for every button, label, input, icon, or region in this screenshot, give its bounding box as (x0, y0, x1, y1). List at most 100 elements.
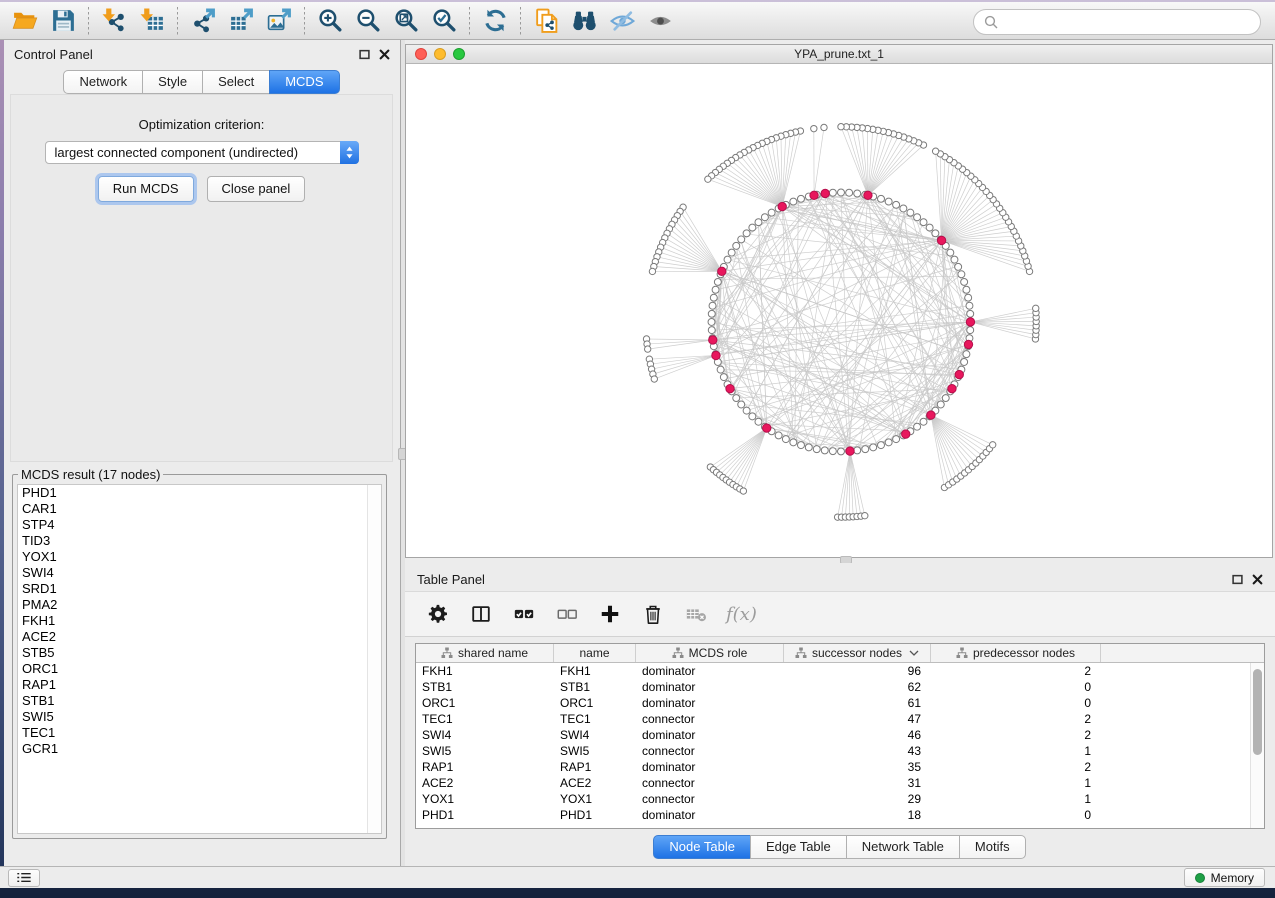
ring-node[interactable] (885, 198, 892, 205)
zoom-in-button[interactable] (311, 5, 349, 37)
ring-node[interactable] (963, 286, 970, 293)
export-table-button[interactable] (222, 5, 260, 37)
ring-node[interactable] (878, 195, 885, 202)
optimization-criterion-dropdown[interactable]: largest connected component (undirected) (45, 141, 359, 164)
tab-network[interactable]: Network (63, 70, 143, 94)
mcds-node[interactable] (821, 189, 829, 197)
ring-node[interactable] (951, 256, 958, 263)
show-all-button[interactable] (641, 5, 679, 37)
ring-node[interactable] (738, 401, 745, 408)
ring-node[interactable] (893, 201, 900, 208)
save-session-button[interactable] (44, 5, 82, 37)
satellite-node[interactable] (821, 124, 827, 130)
table-settings-button[interactable] (425, 601, 451, 627)
satellite-node[interactable] (740, 488, 746, 494)
ring-node[interactable] (709, 302, 716, 309)
mcds-node[interactable] (846, 447, 854, 455)
mcds-result-item[interactable]: YOX1 (18, 549, 381, 565)
ring-node[interactable] (914, 423, 921, 430)
mcds-result-item[interactable]: TEC1 (18, 725, 381, 741)
ring-node[interactable] (854, 447, 861, 454)
ring-node[interactable] (743, 230, 750, 237)
mcds-result-item[interactable]: FKH1 (18, 613, 381, 629)
satellite-node[interactable] (990, 442, 996, 448)
mcds-result-item[interactable]: PHD1 (18, 485, 381, 501)
table-row-RAP1[interactable]: RAP1RAP1dominator352 (416, 759, 1264, 775)
show-task-history-button[interactable] (8, 869, 40, 887)
ring-node[interactable] (738, 236, 745, 243)
delete-column-button[interactable] (640, 601, 666, 627)
ring-node[interactable] (907, 209, 914, 216)
ring-node[interactable] (768, 209, 775, 216)
satellite-node[interactable] (705, 176, 711, 182)
ring-node[interactable] (885, 439, 892, 446)
show-column-button[interactable] (468, 601, 494, 627)
ring-node[interactable] (724, 256, 731, 263)
ring-node[interactable] (813, 446, 820, 453)
ring-node[interactable] (854, 190, 861, 197)
ring-node[interactable] (967, 327, 974, 334)
ring-node[interactable] (720, 374, 727, 381)
tab-motifs[interactable]: Motifs (959, 835, 1026, 859)
ring-node[interactable] (920, 219, 927, 226)
ring-node[interactable] (749, 413, 756, 420)
mcds-node[interactable] (948, 384, 956, 392)
table-row-STB1[interactable]: STB1STB1dominator620 (416, 679, 1264, 695)
ring-node[interactable] (712, 286, 719, 293)
table-row-SWI5[interactable]: SWI5SWI5connector431 (416, 743, 1264, 759)
ring-node[interactable] (755, 418, 762, 425)
ring-node[interactable] (942, 395, 949, 402)
table-row-PHD1[interactable]: PHD1PHD1dominator180 (416, 807, 1264, 823)
ring-node[interactable] (878, 442, 885, 449)
ring-node[interactable] (755, 219, 762, 226)
ring-node[interactable] (963, 351, 970, 358)
ring-node[interactable] (893, 436, 900, 443)
mcds-node[interactable] (778, 202, 786, 210)
ring-node[interactable] (846, 189, 853, 196)
ring-node[interactable] (961, 278, 968, 285)
zoom-fit-button[interactable] (387, 5, 425, 37)
ring-node[interactable] (714, 278, 721, 285)
satellite-node[interactable] (862, 513, 868, 519)
mcds-node[interactable] (937, 236, 945, 244)
run-mcds-button[interactable]: Run MCDS (98, 176, 194, 202)
memory-button[interactable]: Memory (1184, 868, 1265, 887)
ring-node[interactable] (717, 366, 724, 373)
mcds-result-item[interactable]: SWI4 (18, 565, 381, 581)
ring-node[interactable] (937, 401, 944, 408)
table-row-ORC1[interactable]: ORC1ORC1dominator610 (416, 695, 1264, 711)
ring-node[interactable] (733, 395, 740, 402)
ring-node[interactable] (947, 249, 954, 256)
mcds-node[interactable] (712, 351, 720, 359)
ring-node[interactable] (805, 444, 812, 451)
tab-select[interactable]: Select (202, 70, 270, 94)
tab-style[interactable]: Style (142, 70, 203, 94)
mcds-node[interactable] (955, 370, 963, 378)
column-header-successor-nodes[interactable]: successor nodes (784, 644, 931, 662)
mcds-result-item[interactable]: ACE2 (18, 629, 381, 645)
ring-node[interactable] (829, 448, 836, 455)
ring-node[interactable] (961, 358, 968, 365)
zoom-out-button[interactable] (349, 5, 387, 37)
ring-node[interactable] (958, 271, 965, 278)
apply-layout-button[interactable] (476, 5, 514, 37)
mcds-node[interactable] (810, 191, 818, 199)
satellite-node[interactable] (649, 268, 655, 274)
tab-edge-table[interactable]: Edge Table (750, 835, 847, 859)
export-image-button[interactable] (260, 5, 298, 37)
column-header-name[interactable]: name (554, 644, 636, 662)
export-network-button[interactable] (184, 5, 222, 37)
mcds-result-item[interactable]: CAR1 (18, 501, 381, 517)
mcds-result-item[interactable]: RAP1 (18, 677, 381, 693)
new-network-from-selection-button[interactable] (527, 5, 565, 37)
search-input[interactable] (1004, 15, 1250, 30)
table-row-ACE2[interactable]: ACE2ACE2connector311 (416, 775, 1264, 791)
ring-node[interactable] (790, 198, 797, 205)
tab-mcds[interactable]: MCDS (269, 70, 339, 94)
column-header-MCDS-role[interactable]: MCDS role (636, 644, 784, 662)
mcds-result-item[interactable]: STB5 (18, 645, 381, 661)
ring-node[interactable] (708, 318, 715, 325)
tab-network-table[interactable]: Network Table (846, 835, 960, 859)
ring-node[interactable] (790, 439, 797, 446)
tab-node-table[interactable]: Node Table (653, 835, 751, 859)
